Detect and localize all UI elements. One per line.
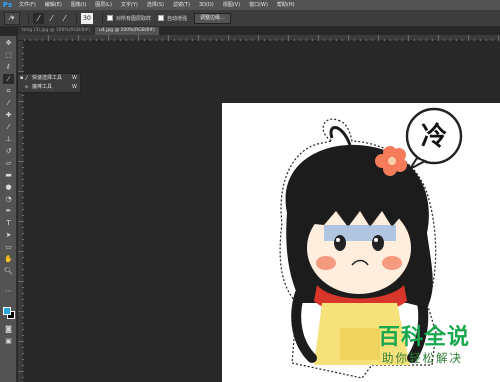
flyout-item-label: 快速选择工具 xyxy=(32,75,63,81)
path-selection-icon[interactable]: ➤ xyxy=(3,230,14,240)
new-selection-icon[interactable]: ⁄ xyxy=(33,12,44,24)
hair-strand xyxy=(329,126,352,146)
menu-edit[interactable]: 编辑(E) xyxy=(45,0,62,10)
menu-window[interactable]: 窗口(W) xyxy=(249,0,268,10)
auto-enhance-checkbox[interactable] xyxy=(158,15,165,21)
watermark-subtitle: 助你轻松解决 xyxy=(382,351,463,365)
divider xyxy=(102,12,103,24)
subtract-from-selection-icon[interactable]: ⁄ xyxy=(59,13,70,24)
menu-image[interactable]: 图像(I) xyxy=(71,0,86,10)
right-cheek xyxy=(382,256,402,270)
brush-size-picker[interactable]: 30 xyxy=(81,12,93,24)
menu-view[interactable]: 视图(V) xyxy=(223,0,240,10)
history-brush-icon[interactable]: ↺ xyxy=(3,146,14,156)
ps-logo: Ps xyxy=(2,0,13,9)
clone-stamp-icon[interactable]: ⊥ xyxy=(3,134,14,144)
hand-tool-icon[interactable]: ✋ xyxy=(3,254,14,264)
menu-layer[interactable]: 图层(L) xyxy=(95,0,112,10)
hands xyxy=(340,328,380,360)
zoom-tool-icon[interactable]: 🔍︎ xyxy=(3,266,14,276)
sample-all-layers-label: 对所有图层取样 xyxy=(116,15,152,22)
auto-enhance-label: 自动增强 xyxy=(167,15,188,22)
divider xyxy=(76,12,77,24)
marquee-tool-icon[interactable]: ⬚ xyxy=(3,50,14,60)
flyout-item-shortcut: W xyxy=(72,75,77,81)
left-cheek xyxy=(316,256,336,270)
pen-tool-icon[interactable]: ✒ xyxy=(3,206,14,216)
blur-tool-icon[interactable]: ● xyxy=(3,182,14,192)
gradient-tool-icon[interactable]: ▬ xyxy=(3,170,14,180)
dodge-tool-icon[interactable]: ◔ xyxy=(3,194,14,204)
quick-selection-tool-icon[interactable]: ⁄ xyxy=(3,74,14,84)
right-eye xyxy=(372,235,384,251)
divider xyxy=(28,12,29,24)
tab-timg[interactable]: timg (3).jpg @ 100%(RGB/8#) xyxy=(18,27,95,35)
flyout-quick-selection[interactable]: ▪ ⁄ 快速选择工具 W xyxy=(18,74,80,83)
more-tools-icon[interactable]: ⋯ xyxy=(3,286,14,296)
photoshop-window: Ps 文件(F) 编辑(E) 图像(I) 图层(L) 文字(Y) 选择(S) 滤… xyxy=(0,0,500,382)
menu-3d[interactable]: 3D(D) xyxy=(199,0,214,10)
document-tabs: timg (3).jpg @ 100%(RGB/8#) u4.jpg @ 100… xyxy=(18,27,160,35)
speech-bubble-tail xyxy=(407,156,428,172)
quick-selection-icon: ⁄ xyxy=(25,75,27,82)
options-bar: ⁄▾ ⁄ ⁄ ⁄ 30 对所有图层取样 自动增强 调整边缘... xyxy=(0,10,500,27)
quick-mask-icon[interactable]: ◙ xyxy=(3,324,14,334)
brush-tool-icon[interactable]: ⁄ xyxy=(3,122,14,132)
worry-shading xyxy=(324,225,396,241)
tab-u4[interactable]: u4.jpg @ 100%(RGB/8#) xyxy=(95,27,159,35)
flyout-item-shortcut: W xyxy=(72,84,77,90)
flyout-item-label: 魔棒工具 xyxy=(32,84,53,90)
add-to-selection-icon[interactable]: ⁄ xyxy=(46,13,57,24)
magic-wand-icon: ✧ xyxy=(23,84,30,91)
menu-bar: Ps 文件(F) 编辑(E) 图像(I) 图层(L) 文字(Y) 选择(S) 滤… xyxy=(0,0,500,10)
type-tool-icon[interactable]: T xyxy=(3,218,14,228)
tool-flyout-menu: ▪ ⁄ 快速选择工具 W ✧ 魔棒工具 W xyxy=(17,73,81,93)
flyout-magic-wand[interactable]: ✧ 魔棒工具 W xyxy=(18,83,80,92)
healing-brush-icon[interactable]: ✚ xyxy=(3,110,14,120)
shape-tool-icon[interactable]: ▭ xyxy=(3,242,14,252)
lasso-tool-icon[interactable]: ℓ xyxy=(3,62,14,72)
eraser-tool-icon[interactable]: ▱ xyxy=(3,158,14,168)
menu-type[interactable]: 文字(Y) xyxy=(121,0,138,10)
screen-mode-icon[interactable]: ▣ xyxy=(3,336,14,346)
menu-select[interactable]: 选择(S) xyxy=(147,0,164,10)
menu-filter[interactable]: 滤镜(T) xyxy=(173,0,190,10)
sample-all-layers-checkbox[interactable] xyxy=(107,15,113,21)
tool-preset-picker[interactable]: ⁄▾ xyxy=(4,11,20,25)
refine-edge-button[interactable]: 调整边缘... xyxy=(194,12,231,24)
watermark-title: 百科全说 xyxy=(378,325,471,350)
left-eye xyxy=(334,235,346,251)
move-tool-icon[interactable]: ✥ xyxy=(3,38,14,48)
menu-file[interactable]: 文件(F) xyxy=(19,0,36,10)
crop-tool-icon[interactable]: ⌗ xyxy=(3,86,14,96)
tools-panel: ✥ ⬚ ℓ ⁄ ⌗ ⁄ ✚ ⁄ ⊥ ↺ ▱ ▬ ● ◔ ✒ T ➤ ▭ ✋ 🔍︎… xyxy=(0,36,17,382)
eyedropper-tool-icon[interactable]: ⁄ xyxy=(3,98,14,108)
foreground-color-swatch[interactable] xyxy=(3,307,11,315)
speech-bubble-text: 冷 xyxy=(421,121,447,152)
menu-help[interactable]: 帮助(H) xyxy=(277,0,295,10)
